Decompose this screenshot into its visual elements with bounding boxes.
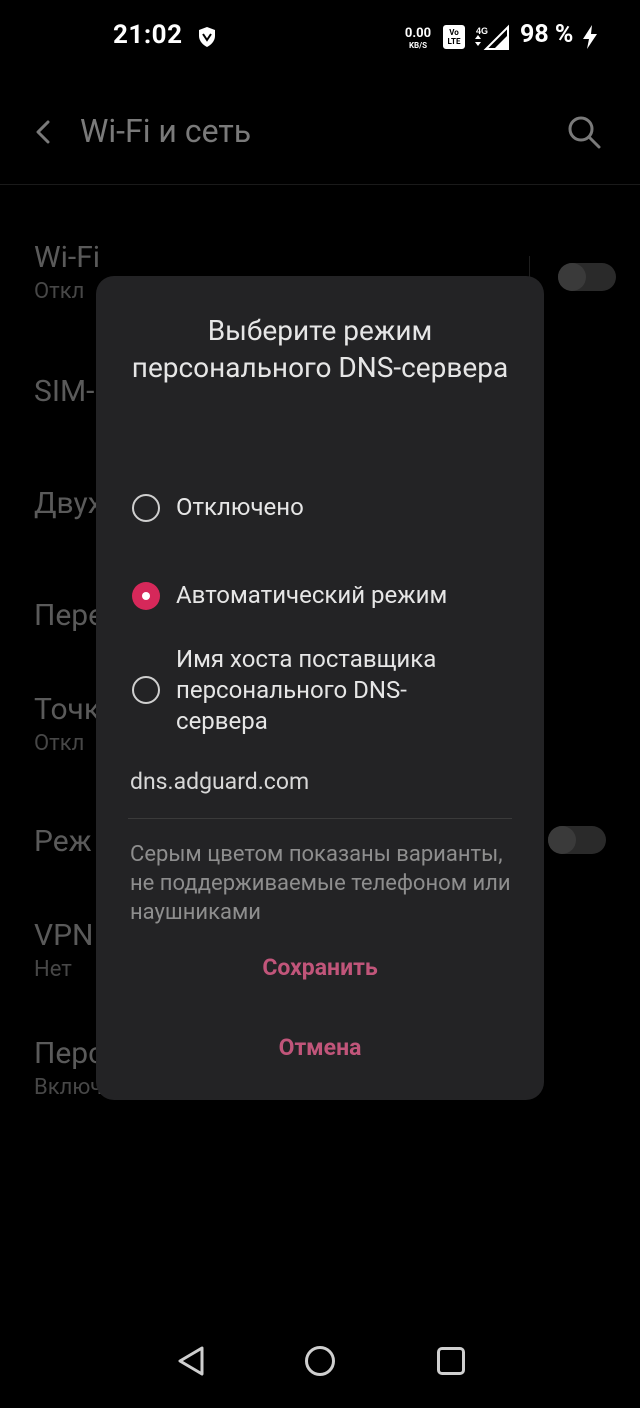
- save-button[interactable]: Сохранить: [96, 954, 544, 981]
- nav-recents-icon[interactable]: [437, 1347, 465, 1375]
- nav-back-icon[interactable]: [174, 1344, 208, 1378]
- cancel-button[interactable]: Отмена: [96, 1034, 544, 1061]
- radio-hostname[interactable]: [132, 676, 160, 704]
- hostname-input-underline: [128, 818, 512, 819]
- option-off-label: Отключено: [176, 493, 304, 521]
- unsupported-note: Серым цветом показаны варианты, не подде…: [130, 842, 511, 925]
- option-automatic[interactable]: Автоматический режим: [132, 581, 512, 614]
- option-automatic-label: Автоматический режим: [176, 581, 448, 609]
- radio-automatic[interactable]: [132, 582, 160, 610]
- radio-off[interactable]: [132, 494, 160, 522]
- option-hostname-label: Имя хоста поставщика персонального DNS-с…: [176, 645, 437, 735]
- hostname-input[interactable]: dns.adguard.com: [130, 768, 510, 795]
- nav-home-icon[interactable]: [305, 1346, 335, 1376]
- private-dns-dialog: Выберите режим персонального DNS-сервера…: [96, 276, 544, 1100]
- option-off[interactable]: Отключено: [132, 493, 512, 526]
- navigation-bar: [0, 1320, 640, 1408]
- option-hostname[interactable]: Имя хоста поставщика персонального DNS-с…: [132, 644, 512, 738]
- dialog-title: Выберите режим персонального DNS-сервера: [131, 314, 509, 384]
